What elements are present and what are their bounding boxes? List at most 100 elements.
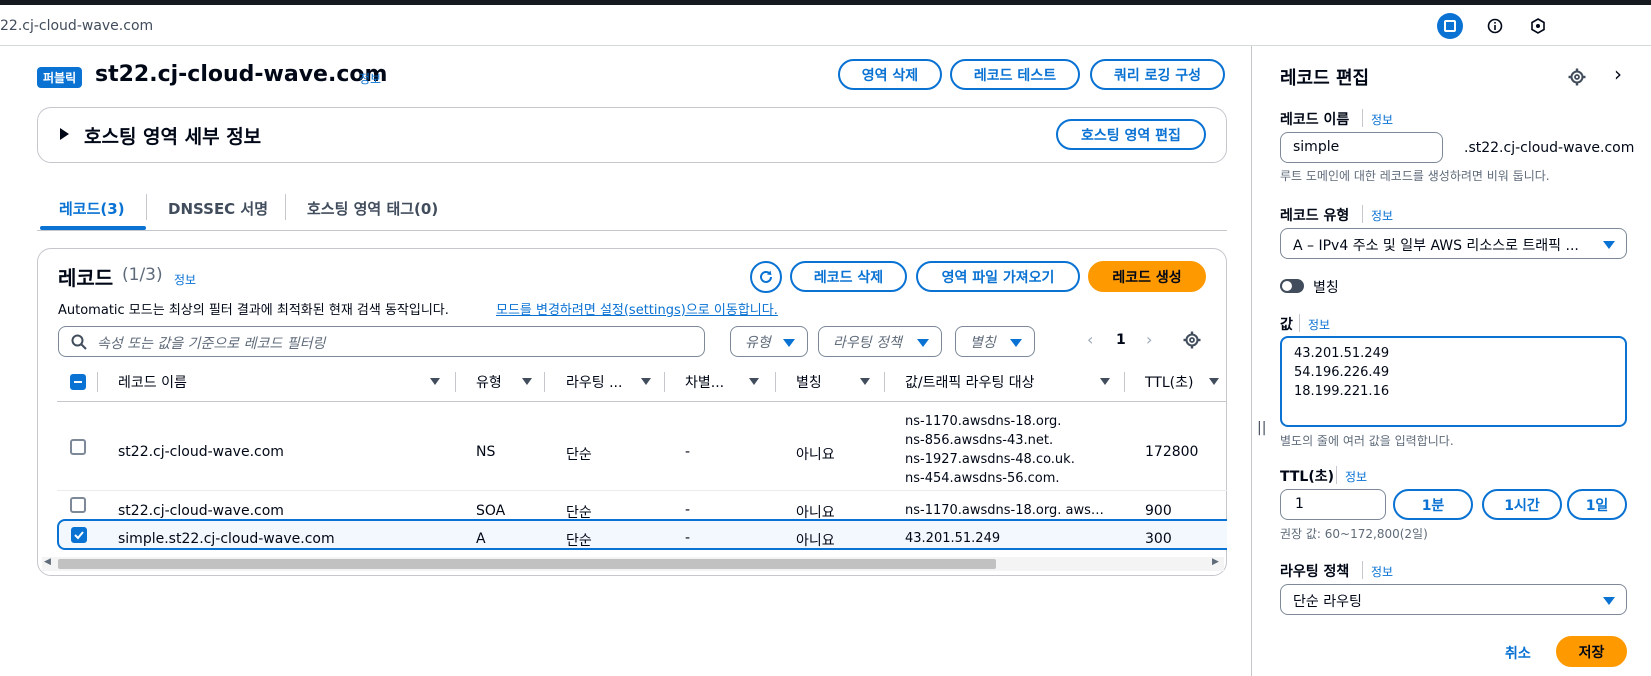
value-textarea[interactable] xyxy=(1280,336,1627,427)
sort-icon[interactable] xyxy=(860,378,870,385)
edit-hosted-zone-button[interactable]: 호스팅 영역 편집 xyxy=(1056,119,1206,150)
column-separator xyxy=(664,372,665,392)
label-separator xyxy=(1362,561,1363,579)
zone-info-link[interactable]: 정보 xyxy=(359,70,381,87)
horizontal-scrollbar[interactable]: ◀ ▶ xyxy=(42,557,1224,571)
ttl-1-minute-button[interactable]: 1분 xyxy=(1393,489,1473,520)
routing-filter-select[interactable]: 라우팅 정책 xyxy=(818,326,942,357)
alias-filter-label: 별칭 xyxy=(970,334,996,351)
record-value-line: ns-1170.awsdns-18.org. xyxy=(905,414,1062,429)
sort-icon[interactable] xyxy=(641,378,651,385)
row-checkbox[interactable] xyxy=(71,527,87,543)
select-all-checkbox[interactable] xyxy=(70,374,86,390)
expand-caret-icon[interactable] xyxy=(60,128,69,140)
settings-link[interactable]: 모드를 변경하려면 설정(settings)으로 이동합니다. xyxy=(496,299,778,318)
hexagon-settings-icon[interactable] xyxy=(1525,13,1551,39)
routing-policy-select[interactable]: 단순 라우팅 xyxy=(1280,584,1627,615)
resize-handle-icon[interactable]: || xyxy=(1257,420,1266,436)
chevron-down-icon xyxy=(1603,597,1615,605)
label-separator xyxy=(1362,109,1363,127)
refresh-button[interactable] xyxy=(750,261,782,293)
tabs-divider xyxy=(37,230,1227,231)
query-logging-button[interactable]: 쿼리 로깅 구성 xyxy=(1090,59,1225,90)
records-info-link[interactable]: 정보 xyxy=(174,271,196,288)
ttl-info-link[interactable]: 정보 xyxy=(1345,468,1367,485)
records-count: (1/3) xyxy=(122,265,163,285)
editor-settings-gear-icon[interactable] xyxy=(1568,68,1586,86)
ttl-input[interactable]: 1 xyxy=(1280,489,1386,520)
page-number[interactable]: 1 xyxy=(1116,332,1126,348)
create-record-button[interactable]: 레코드 생성 xyxy=(1088,261,1206,292)
ttl-1-hour-button[interactable]: 1시간 xyxy=(1482,489,1562,520)
routing-policy-info-link[interactable]: 정보 xyxy=(1371,563,1393,580)
sort-icon[interactable] xyxy=(749,378,759,385)
sort-icon[interactable] xyxy=(1100,378,1110,385)
ttl-hint: 권장 값: 60~172,800(2일) xyxy=(1280,527,1428,541)
column-header-routing[interactable]: 라우팅 ... xyxy=(566,372,622,392)
info-icon[interactable] xyxy=(1482,13,1508,39)
delete-zone-button[interactable]: 영역 삭제 xyxy=(838,59,942,90)
column-separator xyxy=(775,372,776,392)
row-checkbox[interactable] xyxy=(70,439,86,455)
import-zone-file-button[interactable]: 영역 파일 가져오기 xyxy=(916,261,1080,292)
hosted-zone-details-panel: 호스팅 영역 세부 정보 호스팅 영역 편집 xyxy=(37,107,1227,163)
address-bar[interactable]: 22.cj-cloud-wave.com xyxy=(0,5,1651,46)
prev-page-icon[interactable]: ‹ xyxy=(1087,330,1093,349)
chevron-down-icon xyxy=(783,339,795,347)
tab-dnssec[interactable]: DNSSEC 서명 xyxy=(168,198,268,219)
chevron-down-icon xyxy=(917,339,929,347)
alias-filter-select[interactable]: 별칭 xyxy=(955,326,1035,357)
record-name-cell[interactable]: simple.st22.cj-cloud-wave.com xyxy=(118,531,335,547)
row-divider xyxy=(57,490,1227,491)
column-header-alias[interactable]: 별칭 xyxy=(796,372,822,392)
column-separator xyxy=(1124,372,1125,392)
next-page-icon[interactable]: › xyxy=(1146,330,1152,349)
alias-toggle[interactable] xyxy=(1280,279,1304,293)
hosted-zone-details-title[interactable]: 호스팅 영역 세부 정보 xyxy=(84,122,261,149)
column-header-type[interactable]: 유형 xyxy=(476,372,502,392)
scroll-right-icon[interactable]: ▶ xyxy=(1212,557,1219,567)
record-value-line: ns-1170.awsdns-18.org. aws… xyxy=(905,503,1104,518)
sort-icon[interactable] xyxy=(522,378,532,385)
tab-records[interactable]: 레코드(3) xyxy=(59,198,125,219)
value-info-link[interactable]: 정보 xyxy=(1308,316,1330,333)
editor-title: 레코드 편집 xyxy=(1280,68,1370,89)
sort-icon[interactable] xyxy=(430,378,440,385)
checkmark-icon xyxy=(74,531,84,540)
record-name-info-link[interactable]: 정보 xyxy=(1371,111,1393,128)
record-ttl-cell: 172800 xyxy=(1145,444,1199,460)
split-panel-divider xyxy=(1251,46,1252,676)
ttl-label: TTL(초) xyxy=(1280,469,1335,485)
row-checkbox[interactable] xyxy=(70,497,86,513)
record-name-cell[interactable]: st22.cj-cloud-wave.com xyxy=(118,444,284,460)
table-row[interactable]: simple.st22.cj-cloud-wave.com A 단순 - 아니요… xyxy=(57,519,1227,550)
records-title: 레코드 xyxy=(58,266,114,290)
collapse-panel-chevron-icon[interactable]: › xyxy=(1614,62,1622,86)
chevron-down-icon xyxy=(1010,339,1022,347)
column-header-value[interactable]: 값/트래픽 라우팅 대상 xyxy=(905,372,1035,392)
sort-icon[interactable] xyxy=(1209,378,1219,385)
column-separator xyxy=(884,372,885,392)
column-header-ttl[interactable]: TTL(초) xyxy=(1145,372,1193,392)
record-name-input[interactable]: simple xyxy=(1280,132,1443,163)
type-filter-label: 유형 xyxy=(745,334,771,351)
scrollbar-thumb[interactable] xyxy=(58,559,996,569)
column-header-record-name[interactable]: 레코드 이름 xyxy=(118,372,187,392)
test-record-button[interactable]: 레코드 테스트 xyxy=(950,59,1080,90)
record-type-info-link[interactable]: 정보 xyxy=(1371,207,1393,224)
table-settings-gear-icon[interactable] xyxy=(1183,331,1201,349)
scroll-left-icon[interactable]: ◀ xyxy=(44,557,51,567)
sidebar-toggle-icon[interactable] xyxy=(1437,13,1463,39)
ttl-1-day-button[interactable]: 1일 xyxy=(1567,489,1627,520)
type-filter-select[interactable]: 유형 xyxy=(730,326,808,357)
tab-separator xyxy=(146,194,147,220)
tab-zone-tags[interactable]: 호스팅 영역 태그(0) xyxy=(307,198,438,219)
column-header-differentiator[interactable]: 차별... xyxy=(685,372,724,392)
record-name-cell[interactable]: st22.cj-cloud-wave.com xyxy=(118,503,284,519)
record-type-select[interactable]: A – IPv4 주소 및 일부 AWS 리소스로 트래픽 ... xyxy=(1280,228,1627,259)
records-search-input[interactable]: 속성 또는 값을 기준으로 레코드 필터링 xyxy=(58,326,705,357)
cancel-button[interactable]: 취소 xyxy=(1505,643,1531,663)
delete-record-button[interactable]: 레코드 삭제 xyxy=(790,261,907,292)
value-hint: 별도의 줄에 여러 값을 입력합니다. xyxy=(1280,434,1454,448)
save-button[interactable]: 저장 xyxy=(1556,636,1627,667)
